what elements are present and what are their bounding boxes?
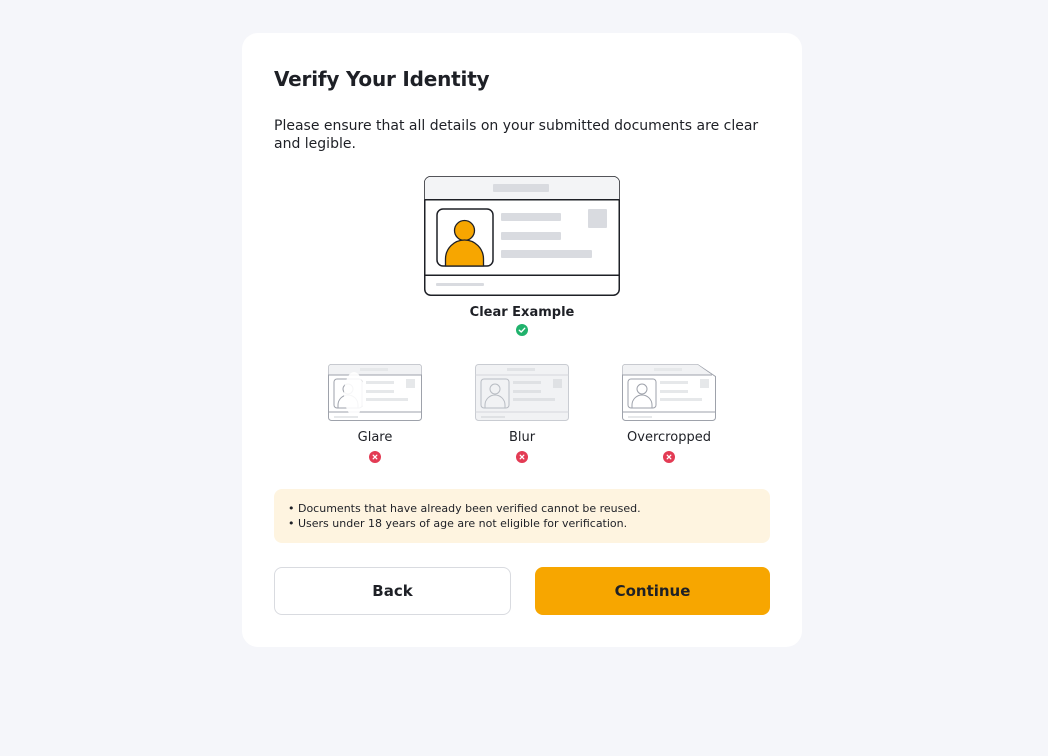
- id-card-illustration: [424, 176, 620, 296]
- x-circle-icon: [516, 451, 528, 463]
- glare-card-illustration: [328, 364, 422, 421]
- overcropped-example: Overcropped: [609, 364, 729, 463]
- check-circle-icon: [516, 324, 528, 336]
- x-circle-icon: [663, 451, 675, 463]
- x-circle-icon: [369, 451, 381, 463]
- glare-label: Glare: [357, 430, 393, 445]
- dialog-title: Verify Your Identity: [274, 67, 490, 91]
- back-button[interactable]: Back: [274, 567, 511, 615]
- notice-item: • Users under 18 years of age are not el…: [288, 517, 628, 530]
- eligibility-notice: • Documents that have already been verif…: [274, 489, 770, 543]
- clear-example-label: Clear Example: [469, 305, 575, 320]
- glare-example: Glare: [315, 364, 435, 463]
- overcropped-label: Overcropped: [627, 430, 711, 445]
- blur-label: Blur: [508, 430, 536, 445]
- overcropped-card-illustration: [622, 364, 716, 421]
- blur-example: Blur: [462, 364, 582, 463]
- verify-identity-dialog: Verify Your Identity Please ensure that …: [242, 33, 802, 647]
- dialog-description: Please ensure that all details on your s…: [274, 118, 759, 152]
- notice-item: • Documents that have already been verif…: [288, 502, 641, 515]
- continue-button[interactable]: Continue: [535, 567, 770, 615]
- blur-card-illustration: [475, 364, 569, 421]
